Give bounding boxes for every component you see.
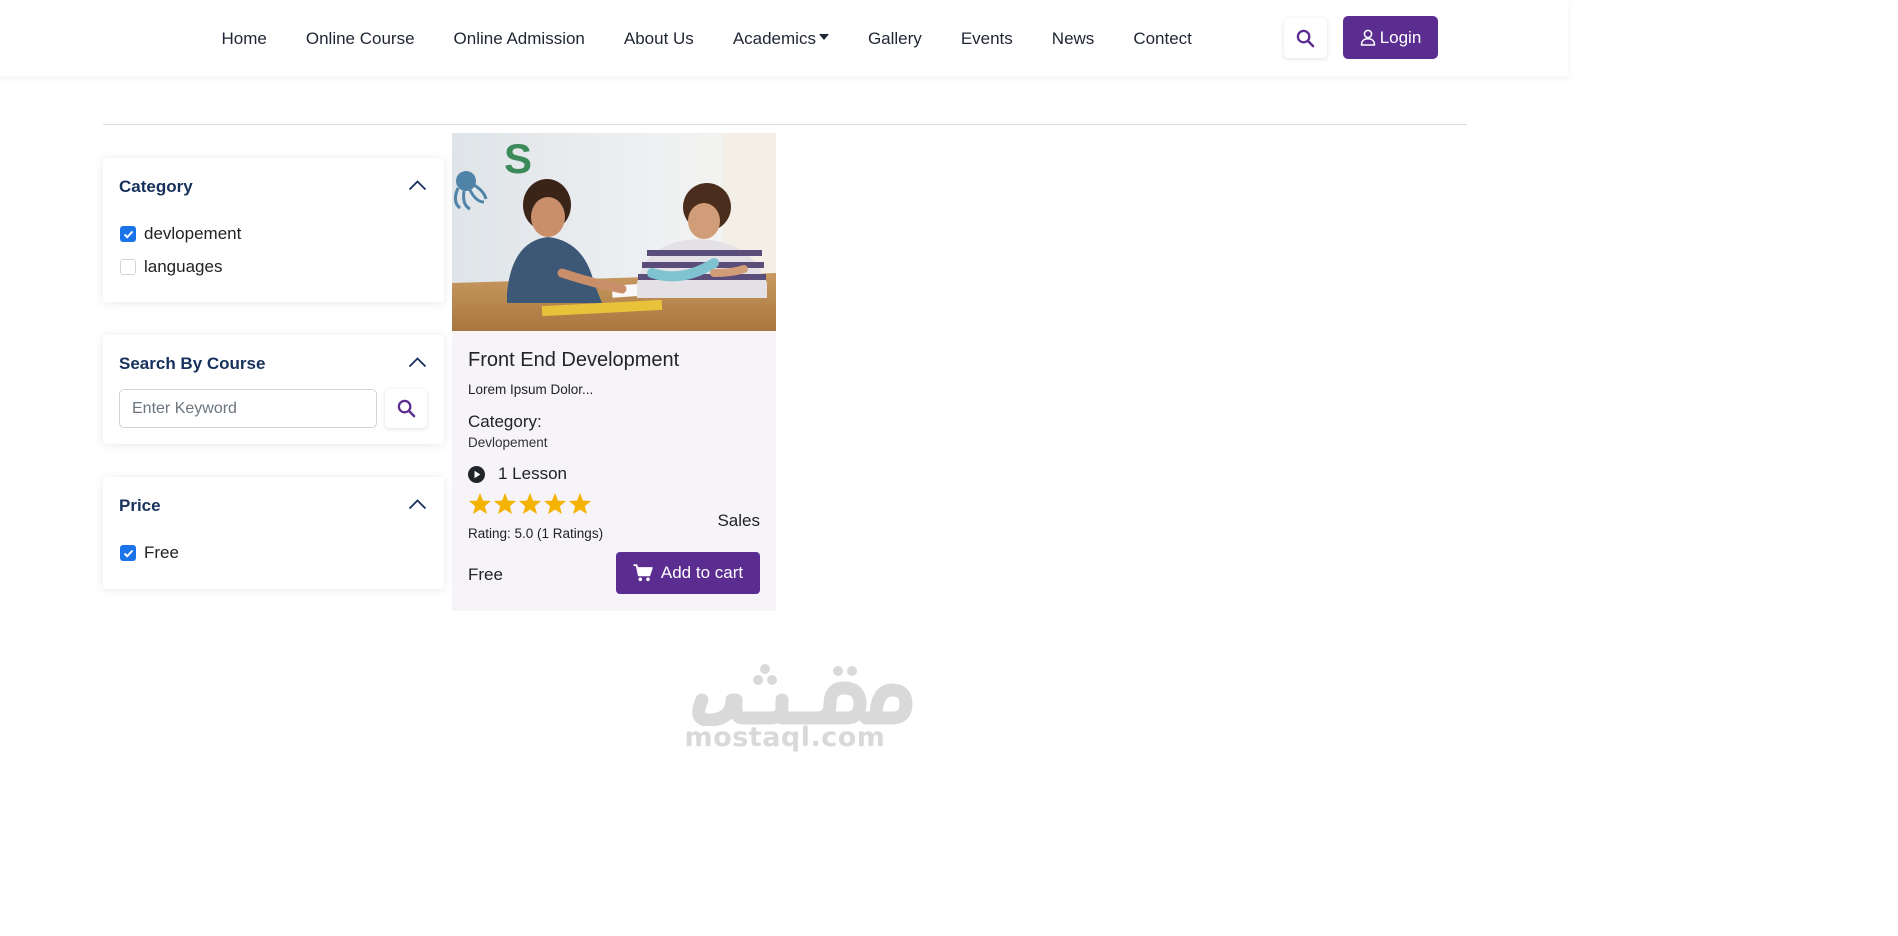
price-option-free[interactable]: Free xyxy=(120,543,179,563)
star-icon xyxy=(519,493,541,514)
nav-about-us[interactable]: About Us xyxy=(604,29,713,49)
nav-academics-label: Academics xyxy=(732,29,816,48)
site-header: Home Online Course Online Admission Abou… xyxy=(0,0,1568,76)
course-title[interactable]: Front End Development xyxy=(468,349,679,372)
nav-contect[interactable]: Contect xyxy=(1114,29,1212,49)
search-course-panel: Search By Course xyxy=(103,335,444,444)
mostaql-watermark: mostaql.com xyxy=(640,660,930,770)
course-description: Lorem Ipsum Dolor... xyxy=(468,382,594,397)
category-filter-panel: Category devlopement languages xyxy=(103,158,444,302)
keyword-search-button[interactable] xyxy=(385,389,427,428)
keyword-search-input[interactable] xyxy=(119,389,377,428)
course-lessons-count: 1 Lesson xyxy=(498,464,567,483)
star-icon xyxy=(569,493,591,514)
search-icon xyxy=(1296,29,1315,47)
chevron-up-icon[interactable] xyxy=(408,179,427,191)
category-option-label: devlopement xyxy=(144,224,242,243)
nav-academics-dropdown[interactable]: Academics xyxy=(713,29,848,49)
play-circle-icon xyxy=(468,465,485,483)
category-option-label: languages xyxy=(144,257,223,276)
section-divider xyxy=(103,124,1467,125)
search-icon xyxy=(397,399,415,418)
search-course-title: Search By Course xyxy=(119,354,266,373)
login-button[interactable]: Login xyxy=(1343,16,1438,59)
course-price: Free xyxy=(468,565,503,584)
price-filter-panel: Price Free xyxy=(103,477,444,589)
star-icon xyxy=(494,493,516,514)
shopping-cart-icon xyxy=(633,564,653,582)
main-nav: Home Online Course Online Admission Abou… xyxy=(202,0,1211,78)
course-sales-label: Sales xyxy=(717,511,760,530)
nav-online-course[interactable]: Online Course xyxy=(286,29,434,49)
price-filter-title: Price xyxy=(119,496,161,515)
course-card: S Front End Development Lorem Ipsum Dolo… xyxy=(452,133,776,611)
course-category-label: Category: xyxy=(468,412,542,431)
add-to-cart-label: Add to cart xyxy=(660,563,744,582)
star-icon xyxy=(544,493,566,514)
classroom-photo: S xyxy=(452,133,776,331)
course-rating-text: Rating: 5.0 (1 Ratings) xyxy=(468,526,604,541)
checkbox-unchecked[interactable] xyxy=(120,259,136,275)
nav-gallery[interactable]: Gallery xyxy=(848,29,941,49)
chevron-up-icon[interactable] xyxy=(408,498,427,510)
check-icon xyxy=(123,230,133,239)
course-rating-stars xyxy=(468,492,592,515)
price-option-label: Free xyxy=(144,543,179,562)
watermark-domain: mostaql.com xyxy=(684,722,886,753)
nav-home[interactable]: Home xyxy=(202,29,286,49)
chevron-up-icon[interactable] xyxy=(408,356,427,368)
nav-news[interactable]: News xyxy=(1032,29,1114,49)
svg-text:S: S xyxy=(504,135,532,182)
nav-online-admission[interactable]: Online Admission xyxy=(434,29,604,49)
checkbox-checked[interactable] xyxy=(120,226,136,242)
caret-down-icon xyxy=(818,34,829,40)
add-to-cart-button[interactable]: Add to cart xyxy=(616,552,760,594)
course-category-value: Devlopement xyxy=(468,435,548,450)
course-lessons: 1 Lesson xyxy=(468,464,567,484)
category-option-devlopement[interactable]: devlopement xyxy=(120,224,241,244)
user-icon xyxy=(1360,29,1375,46)
star-icon xyxy=(469,493,491,514)
check-icon xyxy=(123,549,133,558)
category-filter-title: Category xyxy=(119,177,193,196)
course-thumbnail-image[interactable]: S xyxy=(452,133,776,331)
login-label: Login xyxy=(1379,27,1422,47)
checkbox-checked[interactable] xyxy=(120,545,136,561)
mostaql-logo xyxy=(692,664,913,727)
nav-events[interactable]: Events xyxy=(941,29,1032,49)
category-option-languages[interactable]: languages xyxy=(120,257,222,277)
header-search-button[interactable] xyxy=(1284,18,1327,58)
